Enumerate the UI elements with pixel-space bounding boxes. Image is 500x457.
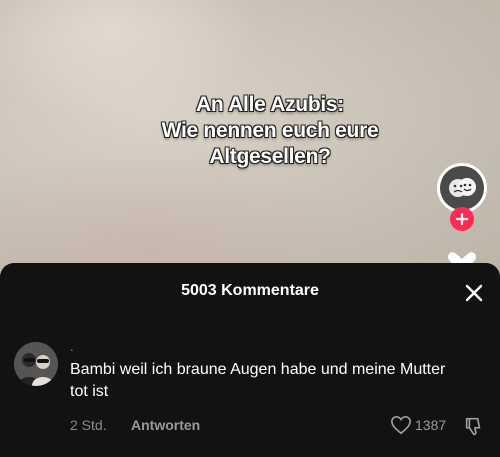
- plus-icon: [456, 213, 468, 225]
- caption-line: Altgesellen?: [209, 145, 331, 168]
- masks-icon: [449, 178, 476, 197]
- caption-line: An Alle Azubis:: [196, 93, 344, 116]
- comment-username[interactable]: .: [70, 339, 74, 354]
- caption-line: Wie nennen euch eure: [161, 119, 379, 142]
- comment-timestamp: 2 Std.: [70, 417, 107, 433]
- video-caption: An Alle Azubis: Wie nennen euch eure Alt…: [120, 92, 420, 170]
- reply-button[interactable]: Antworten: [131, 417, 200, 433]
- close-icon[interactable]: [462, 281, 486, 305]
- thumbs-down-icon[interactable]: [463, 415, 485, 437]
- avatar-photo: [14, 342, 58, 386]
- comments-count-title: 5003 Kommentare: [181, 282, 319, 299]
- video-player[interactable]: An Alle Azubis: Wie nennen euch eure Alt…: [0, 0, 500, 280]
- like-count: 1387: [415, 417, 447, 433]
- creator-avatar[interactable]: [437, 163, 487, 213]
- follow-button[interactable]: [450, 207, 474, 231]
- comment-avatar[interactable]: [14, 342, 58, 386]
- creator-avatar-image: [440, 166, 484, 210]
- comments-sheet: 5003 Kommentare . Bambi weil ich braune …: [0, 263, 500, 457]
- heart-outline-icon[interactable]: [390, 415, 412, 435]
- comment-text: Bambi weil ich braune Augen habe und mei…: [70, 361, 446, 400]
